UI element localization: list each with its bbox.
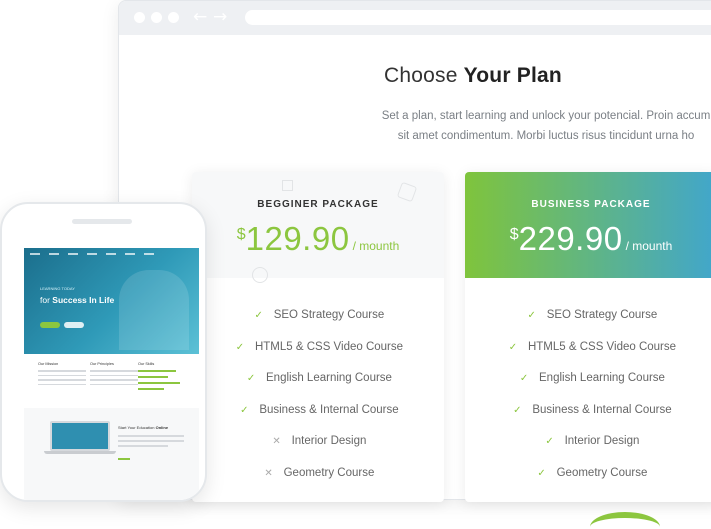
cross-icon: ✕ — [272, 436, 281, 447]
price-period: / mounth — [625, 239, 673, 253]
mobile-hero: LEARNING TODAY for Success In Life — [24, 248, 199, 354]
window-maximize-dot[interactable] — [168, 12, 179, 23]
price-period: / mounth — [352, 239, 400, 253]
laptop-base — [44, 451, 116, 454]
read-more-link[interactable] — [118, 458, 130, 460]
address-bar[interactable] — [245, 10, 711, 25]
column-title: Our Skills — [138, 362, 155, 366]
feature-label: Business & Internal Course — [532, 403, 672, 416]
feature-item: ✓ English Learning Course — [465, 372, 711, 404]
footer-title-bold: Online — [155, 425, 169, 430]
feature-item: ✓ Interior Design — [465, 435, 711, 467]
footer-section-title: Start Your Education Online — [118, 425, 168, 430]
feature-item: ✓ HTML5 & CSS Video Course — [192, 341, 444, 373]
principles-column: Our Principles — [90, 362, 138, 388]
pricing-card-beginner[interactable]: BEGGINER PACKAGE $129.90/ mounth ✓ SEO St… — [192, 172, 444, 502]
feature-label: Geometry Course — [556, 466, 648, 479]
price-amount: 229.90 — [518, 220, 623, 257]
mobile-footer-section: Start Your Education Online — [24, 408, 199, 500]
feature-label: Geometry Course — [283, 466, 375, 479]
circle-decoration-icon — [252, 267, 268, 283]
page-title-light: Choose — [384, 64, 464, 87]
feature-label: HTML5 & CSS Video Course — [254, 340, 404, 353]
hero-title-bold: Success In Life — [52, 295, 115, 305]
window-close-dot[interactable] — [134, 12, 145, 23]
mobile-nav — [30, 253, 193, 259]
pricing-card-business[interactable]: BUSINESS PACKAGE $229.90/ mounth ✓ SEO St… — [465, 172, 711, 502]
check-icon: ✓ — [537, 467, 546, 479]
feature-item: ✕ Geometry Course — [192, 467, 444, 499]
feature-label: HTML5 & CSS Video Course — [527, 340, 677, 353]
feature-label: English Learning Course — [266, 372, 392, 384]
pricing-card-header: BUSINESS PACKAGE $229.90/ mounth — [465, 172, 711, 278]
check-icon: ✓ — [235, 341, 245, 353]
price-amount: 129.90 — [245, 220, 350, 257]
skills-column: Our Skills — [138, 362, 186, 394]
feature-item: ✓ HTML5 & CSS Video Course — [465, 341, 711, 373]
subtitle-line-1: Set a plan, start learning and unlock yo… — [381, 110, 711, 122]
window-minimize-dot[interactable] — [151, 12, 162, 23]
square-decoration-icon — [282, 180, 293, 191]
currency-symbol: $ — [509, 226, 519, 243]
phone-mockup: LEARNING TODAY for Success In Life Our M… — [0, 202, 207, 502]
phone-screen: LEARNING TODAY for Success In Life Our M… — [24, 248, 199, 500]
hero-primary-button[interactable] — [40, 322, 60, 328]
feature-list: ✓ SEO Strategy Course ✓ HTML5 & CSS Video … — [192, 309, 444, 498]
hero-title-light: for — [40, 295, 53, 305]
page-title: Choose Your Plan — [384, 64, 562, 88]
check-icon: ✓ — [508, 341, 518, 353]
swoosh-decoration-icon — [590, 512, 660, 529]
price: $229.90/ mounth — [465, 220, 711, 258]
price: $129.90/ mounth — [192, 220, 444, 258]
pricing-card-header: BEGGINER PACKAGE $129.90/ mounth — [192, 172, 444, 283]
feature-label: Interior Design — [291, 435, 367, 447]
check-icon: ✓ — [240, 404, 249, 416]
check-icon: ✓ — [527, 310, 536, 321]
phone-speaker — [72, 219, 132, 224]
feature-item: ✓ Business & Internal Course — [192, 404, 444, 436]
feature-item: ✓ SEO Strategy Course — [465, 309, 711, 341]
feature-item: ✕ Interior Design — [192, 435, 444, 467]
check-icon: ✓ — [545, 436, 554, 447]
package-name: BEGGINER PACKAGE — [257, 199, 379, 210]
check-icon: ✓ — [519, 373, 529, 384]
feature-label: English Learning Course — [539, 372, 665, 384]
subtitle-line-2: sit amet condimentum. Morbi luctus risus… — [397, 130, 695, 142]
back-arrow-icon[interactable]: ← — [193, 7, 207, 27]
feature-item: ✓ English Learning Course — [192, 372, 444, 404]
hero-kicker: LEARNING TODAY — [40, 286, 75, 291]
column-title: Our Principles — [90, 362, 114, 366]
column-title: Our Mission — [38, 362, 59, 366]
page-subtitle: Set a plan, start learning and unlock yo… — [366, 106, 711, 146]
feature-label: SEO Strategy Course — [273, 309, 385, 321]
feature-item: ✓ SEO Strategy Course — [192, 309, 444, 341]
feature-label: SEO Strategy Course — [546, 309, 658, 321]
cross-icon: ✕ — [264, 467, 273, 479]
browser-toolbar: ← → — [119, 1, 711, 35]
feature-label: Business & Internal Course — [259, 403, 399, 416]
check-icon: ✓ — [254, 310, 263, 321]
check-icon: ✓ — [513, 404, 522, 416]
feature-list: ✓ SEO Strategy Course ✓ HTML5 & CSS Video … — [465, 309, 711, 498]
page-title-bold: Your Plan — [463, 64, 562, 87]
package-name: BUSINESS PACKAGE — [531, 199, 651, 210]
mission-column: Our Mission — [38, 362, 86, 388]
feature-item: ✓ Business & Internal Course — [465, 404, 711, 436]
feature-label: Interior Design — [564, 435, 640, 447]
hero-person-image — [119, 270, 189, 350]
feature-item: ✓ Geometry Course — [465, 467, 711, 499]
forward-arrow-icon[interactable]: → — [213, 7, 227, 27]
hero-title: for Success In Life — [40, 295, 114, 305]
laptop-image — [50, 421, 110, 451]
footer-title-light: Start Your Education — [118, 425, 156, 430]
currency-symbol: $ — [236, 226, 246, 243]
check-icon: ✓ — [246, 373, 256, 384]
hero-secondary-button[interactable] — [64, 322, 84, 328]
